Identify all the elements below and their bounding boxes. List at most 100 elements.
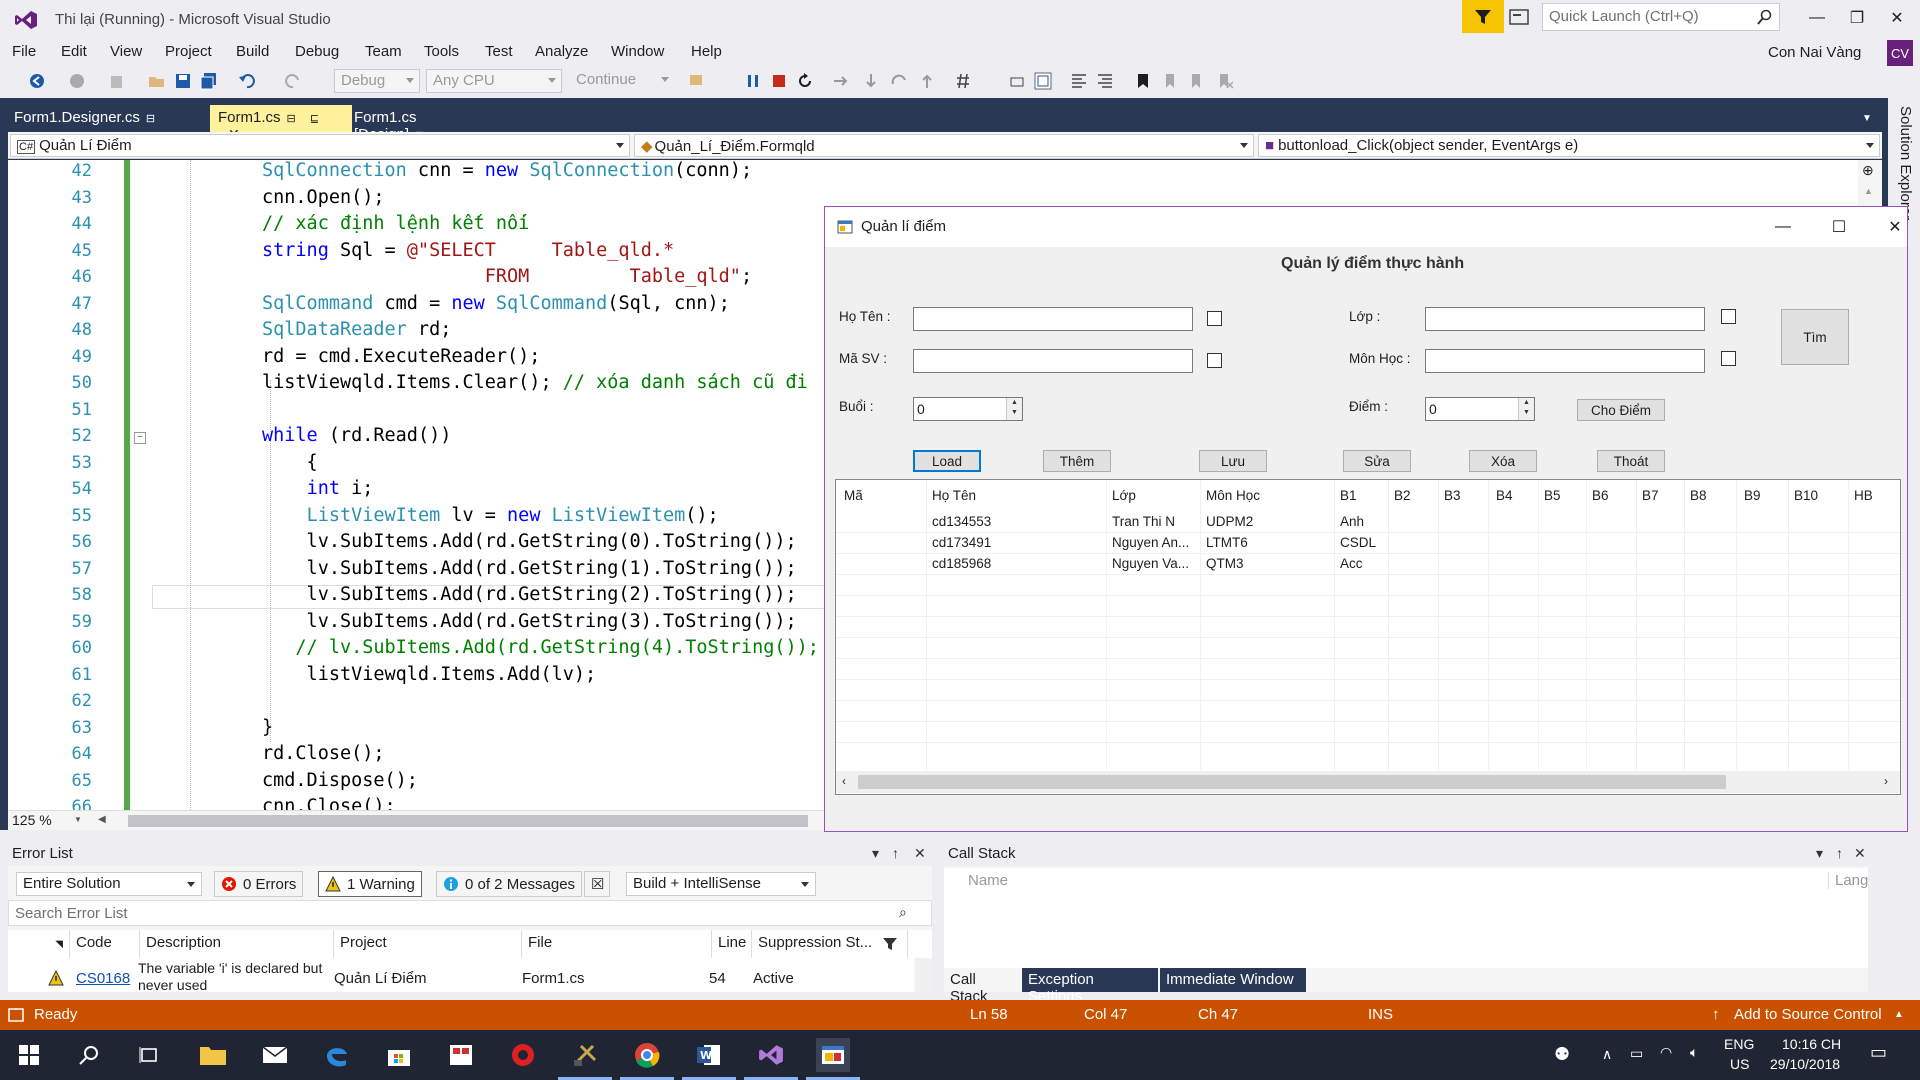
split-icon[interactable]: ⊕ (1862, 162, 1874, 179)
wifi-icon[interactable]: ◠ (1660, 1044, 1672, 1061)
store-icon[interactable] (382, 1038, 416, 1072)
solution-platform-select[interactable]: Any CPU (426, 69, 562, 93)
ho-ten-input[interactable] (913, 307, 1193, 331)
build-intellisense-select[interactable]: Build + IntelliSense (626, 872, 816, 896)
winforms-app-icon[interactable] (806, 1038, 860, 1080)
errors-filter-button[interactable]: 0 Errors (214, 871, 304, 897)
open-file-icon[interactable] (148, 72, 166, 90)
continue-button[interactable]: Continue (570, 69, 674, 93)
menu-window[interactable]: Window (611, 43, 664, 60)
lop-input[interactable] (1425, 307, 1705, 331)
stop-debugging-icon[interactable] (770, 72, 788, 90)
step-out-icon[interactable] (918, 72, 936, 90)
bookmark-icon[interactable] (1134, 72, 1152, 90)
column-header-hb[interactable]: HB (1854, 488, 1873, 503)
pin-icon[interactable]: ⊟ (287, 113, 296, 125)
navigate-back-icon[interactable] (28, 72, 46, 90)
menu-build[interactable]: Build (236, 43, 269, 60)
panel-pin-icon[interactable]: ↑ (892, 845, 899, 861)
lop-checkbox[interactable] (1721, 309, 1736, 324)
close-icon[interactable]: ✕ (1880, 4, 1914, 32)
volume-icon[interactable]: 🔈︎ (1690, 1044, 1698, 1061)
garena-icon[interactable] (506, 1038, 540, 1072)
scroll-left-icon[interactable]: ‹ (842, 774, 846, 788)
edge-browser-icon[interactable] (320, 1038, 354, 1072)
menu-debug[interactable]: Debug (295, 43, 339, 60)
scrollbar-thumb[interactable] (858, 775, 1726, 789)
filter-icon[interactable] (882, 936, 898, 952)
error-code-link[interactable]: CS0168 (76, 970, 130, 987)
column-header-b2[interactable]: B2 (1394, 488, 1411, 503)
column-header-ho-ten[interactable]: Họ Tên (932, 488, 976, 503)
restart-icon[interactable] (796, 72, 814, 90)
column-header-description[interactable]: Description (140, 930, 334, 958)
next-bookmark-icon[interactable] (1188, 72, 1206, 90)
ui-debugging-icon[interactable] (1034, 72, 1052, 90)
tray-expand-icon[interactable]: ∧ (1602, 1046, 1612, 1063)
tab-exception-settings[interactable]: Exception Settings (1022, 968, 1158, 1005)
panel-close-icon[interactable]: ✕ (914, 845, 926, 862)
step-into-icon[interactable] (862, 72, 880, 90)
messages-filter-button[interactable]: 0 of 2 Messages (436, 871, 583, 897)
error-list-scrollbar[interactable] (916, 958, 932, 992)
table-row[interactable]: CS0168 The variable 'i' is declared but … (8, 958, 914, 992)
load-button[interactable]: Load (913, 450, 981, 472)
column-header-b3[interactable]: B3 (1444, 488, 1461, 503)
column-header-file[interactable]: File (522, 930, 712, 958)
clock-date[interactable]: 29/10/2018 (1770, 1056, 1840, 1072)
task-view-icon[interactable] (132, 1038, 166, 1072)
column-header-b8[interactable]: B8 (1690, 488, 1707, 503)
solution-configuration-select[interactable]: Debug (334, 69, 420, 93)
sql-server-icon[interactable] (558, 1038, 612, 1080)
column-header-lang[interactable]: Lang (1828, 872, 1868, 889)
source-control-arrow-icon[interactable]: ▲ (1894, 1009, 1904, 1020)
column-header-b4[interactable]: B4 (1496, 488, 1513, 503)
project-select[interactable]: C# Quản Lí Điểm (10, 134, 630, 157)
chrome-icon[interactable] (620, 1038, 674, 1080)
tab-form1-design[interactable]: Form1.cs [Design]⊟ (346, 105, 496, 143)
cho-diem-button[interactable]: Cho Điểm (1577, 399, 1665, 421)
feedback-filter-icon[interactable] (1462, 0, 1504, 33)
previous-bookmark-icon[interactable] (1160, 72, 1178, 90)
xoa-button[interactable]: Xóa (1469, 450, 1537, 472)
column-header-b10[interactable]: B10 (1794, 488, 1818, 503)
sort-icon[interactable]: ◥ (8, 930, 70, 958)
form-title-bar[interactable]: Quản lí điểm — ☐ ✕ (825, 207, 1907, 247)
menu-test[interactable]: Test (485, 43, 513, 60)
search-icon[interactable] (72, 1038, 106, 1072)
form-close-icon[interactable]: ✕ (1875, 215, 1915, 239)
spin-arrows-icon[interactable]: ▲ ▼ (1006, 398, 1022, 420)
collapse-icon[interactable]: − (134, 432, 146, 444)
break-all-icon[interactable] (744, 72, 762, 90)
word-icon[interactable]: W (682, 1038, 736, 1080)
undo-icon[interactable] (238, 72, 256, 90)
menu-view[interactable]: View (110, 43, 142, 60)
column-header-b7[interactable]: B7 (1642, 488, 1659, 503)
tab-form1-designer[interactable]: Form1.Designer.cs ⊟ (6, 105, 210, 132)
class-select[interactable]: ◆ Quản_Lí_Điểm.Formqld (634, 134, 1254, 157)
error-scope-select[interactable]: Entire Solution (16, 872, 202, 896)
column-header-b1[interactable]: B1 (1340, 488, 1357, 503)
call-stack-list[interactable]: Name Lang (944, 868, 1868, 968)
minimize-icon[interactable]: — (1800, 4, 1834, 32)
column-header-ma[interactable]: Mã (844, 488, 863, 503)
column-header-line[interactable]: Line (712, 930, 752, 958)
remote-app-icon[interactable] (444, 1038, 478, 1072)
scroll-left-icon[interactable]: ◀ (98, 814, 106, 825)
menu-tools[interactable]: Tools (424, 43, 459, 60)
ho-ten-checkbox[interactable] (1207, 311, 1222, 326)
thread-icon[interactable] (1008, 72, 1026, 90)
diem-stepper[interactable]: 0 ▲ ▼ (1425, 397, 1535, 421)
tab-immediate-window[interactable]: Immediate Window (1160, 968, 1306, 992)
navigate-forward-icon[interactable] (68, 72, 86, 90)
comment-lines-icon[interactable] (1070, 72, 1088, 90)
panel-close-icon[interactable]: ✕ (1854, 845, 1866, 862)
member-select[interactable]: ■ buttonload_Click(object sender, EventAr… (1258, 134, 1880, 157)
them-button[interactable]: Thêm (1043, 450, 1111, 472)
windows-start-icon[interactable] (12, 1038, 46, 1072)
clock-time[interactable]: 10:16 CH (1782, 1036, 1841, 1052)
clear-filter-icon[interactable]: ☒ (584, 871, 610, 897)
menu-analyze[interactable]: Analyze (535, 43, 588, 60)
panel-dropdown-icon[interactable]: ▾ (1816, 845, 1823, 862)
notification-icon[interactable] (1508, 8, 1530, 28)
